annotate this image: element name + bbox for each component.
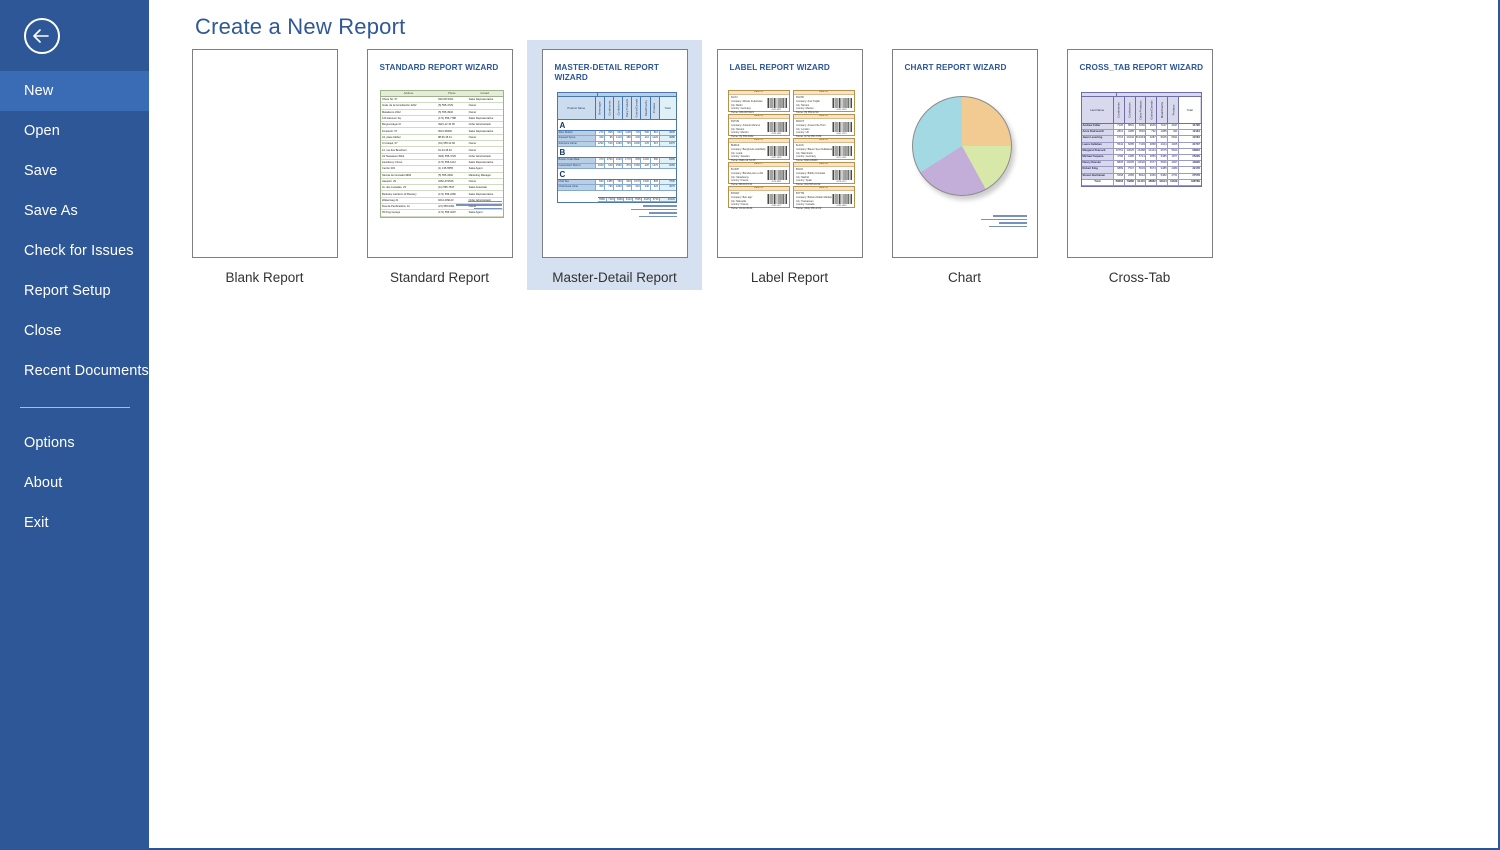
back-arrow-icon <box>32 29 52 43</box>
wizard-title: CROSS_TAB REPORT WIZARD <box>1079 63 1204 72</box>
sidebar-divider <box>20 407 130 408</box>
sidebar-item-about[interactable]: About <box>0 463 149 503</box>
barcode-icon <box>766 122 787 132</box>
thumbnail-label-report: LABEL REPORT WIZARD Label 01 ALFKI Company… <box>716 49 863 258</box>
label-card: Label 01 ALFKI Company: Alfreds Futterkist… <box>727 90 790 114</box>
back-button[interactable] <box>24 18 60 54</box>
sidebar-item-label: Options <box>24 435 75 451</box>
thumbnail-blank-report <box>191 49 338 258</box>
pie-chart-graphic <box>911 96 1012 196</box>
template-tile-standard-report[interactable]: STANDARD REPORT WIZARD Address Phone Conta… <box>352 40 527 290</box>
backstage-main: Create a New Report Blank Report STANDAR… <box>149 0 1498 848</box>
barcode-icon <box>831 122 852 132</box>
template-tile-label-report[interactable]: LABEL REPORT WIZARD Label 01 ALFKI Company… <box>702 40 877 290</box>
sidebar-item-save-as[interactable]: Save As <box>0 191 149 231</box>
thumbnail-master-detail-report: MASTER-DETAIL REPORT WIZARD Product Name… <box>541 49 688 258</box>
barcode-icon <box>766 194 787 204</box>
label-card: Label 05 BERGS Company: Berglunds snabbköp… <box>727 138 790 162</box>
template-caption: Blank Report <box>225 270 304 285</box>
sidebar-item-open[interactable]: Open <box>0 111 149 151</box>
template-tile-blank-report[interactable]: Blank Report <box>177 40 352 290</box>
label-card: Label 02 ANATR Company: Ana Trujillo City: … <box>792 90 855 114</box>
template-caption: Cross-Tab <box>1108 270 1171 285</box>
label-card: Label 10 BOTTM Company: Bottom-Dollar Mark… <box>792 186 855 210</box>
label-card: Label 04 AROUT Company: Around the Horn Cit… <box>792 114 855 138</box>
wizard-title: STANDARD REPORT WIZARD <box>379 63 499 72</box>
preview-footer-standard <box>455 200 502 211</box>
backstage-sidebar: New Open Save Save As Check for Issues R… <box>0 0 149 850</box>
sidebar-item-label: Save As <box>24 203 78 219</box>
template-caption: Chart <box>947 270 981 285</box>
sidebar-item-label: Check for Issues <box>24 243 134 259</box>
sidebar-nav: New Open Save Save As Check for Issues R… <box>0 71 149 543</box>
label-card: Label 08 BOLID Company: Bólido Comidas City… <box>792 162 855 186</box>
sidebar-item-label: About <box>24 475 63 491</box>
thumbnail-chart-report: CHART REPORT WIZARD <box>891 49 1038 258</box>
preview-footer-chart <box>980 215 1027 229</box>
sidebar-item-check-for-issues[interactable]: Check for Issues <box>0 231 149 271</box>
preview-label-grid: Label 01 ALFKI Company: Alfreds Futterkist… <box>727 90 856 210</box>
table-row: Total 58063 73886 91415 48862 44914 31649 34878… <box>1081 179 1201 186</box>
sidebar-item-label: New <box>24 83 54 99</box>
barcode-icon <box>831 170 852 180</box>
thumbnail-standard-report: STANDARD REPORT WIZARD Address Phone Conta… <box>366 49 513 258</box>
barcode-icon <box>766 170 787 180</box>
label-card: Label 03 ANTON Company: Antonio Moreno City… <box>727 114 790 138</box>
label-card: Label 09 BONAP Company: Bon app' City: Mars… <box>727 186 790 210</box>
sidebar-item-exit[interactable]: Exit <box>0 503 149 543</box>
sidebar-item-label: Exit <box>24 515 49 531</box>
preview-table-master-detail: Product Name Beverages Condiments Confectio… <box>556 92 677 204</box>
template-caption: Master-Detail Report <box>552 270 677 285</box>
wizard-title: CHART REPORT WIZARD <box>904 63 1007 72</box>
label-card: Label 07 BLONP Company: Blondel père et fi… <box>727 162 790 186</box>
template-tile-master-detail-report[interactable]: MASTER-DETAIL REPORT WIZARD Product Name… <box>527 40 702 290</box>
template-tile-cross-tab[interactable]: CROSS_TAB REPORT WIZARD Last Name Condime… <box>1052 40 1227 290</box>
report-template-gallery: Blank Report STANDARD REPORT WIZARD Addr… <box>177 40 1227 290</box>
preview-footer-master-detail <box>630 205 677 219</box>
barcode-icon <box>766 98 787 108</box>
label-card: Label 06 BLAUS Company: Blauer See Delikat… <box>792 138 855 162</box>
template-tile-chart[interactable]: CHART REPORT WIZARD Chart <box>877 40 1052 290</box>
barcode-icon <box>766 146 787 156</box>
sidebar-item-label: Close <box>24 323 62 339</box>
thumbnail-cross-tab-report: CROSS_TAB REPORT WIZARD Last Name Condime… <box>1066 49 1213 258</box>
sidebar-item-save[interactable]: Save <box>0 151 149 191</box>
sidebar-item-close[interactable]: Close <box>0 311 149 351</box>
wizard-title: MASTER-DETAIL REPORT WIZARD <box>554 63 659 82</box>
barcode-icon <box>831 194 852 204</box>
barcode-icon <box>831 98 852 108</box>
wizard-title: LABEL REPORT WIZARD <box>729 63 830 72</box>
preview-table-cross-tab: Last Name Condiments Confections Dairy Prod… <box>1080 92 1202 187</box>
sidebar-item-label: Open <box>24 123 60 139</box>
barcode-icon <box>831 146 852 156</box>
page-title: Create a New Report <box>195 14 406 39</box>
sidebar-item-new[interactable]: New <box>0 71 149 111</box>
sidebar-item-label: Save <box>24 163 58 179</box>
sidebar-item-report-setup[interactable]: Report Setup <box>0 271 149 311</box>
preview-pie-chart <box>911 96 1018 202</box>
sidebar-item-options[interactable]: Options <box>0 423 149 463</box>
backstage-window: New Open Save Save As Check for Issues R… <box>0 0 1500 850</box>
template-caption: Label Report <box>750 270 829 285</box>
preview-table-standard: Address Phone Contact Obere Str. 57 030-0074… <box>379 90 504 218</box>
sidebar-item-recent-documents[interactable]: Recent Documents <box>0 351 149 391</box>
template-caption: Standard Report <box>389 270 490 285</box>
sidebar-item-label: Recent Documents <box>24 363 149 379</box>
sidebar-item-label: Report Setup <box>24 283 111 299</box>
